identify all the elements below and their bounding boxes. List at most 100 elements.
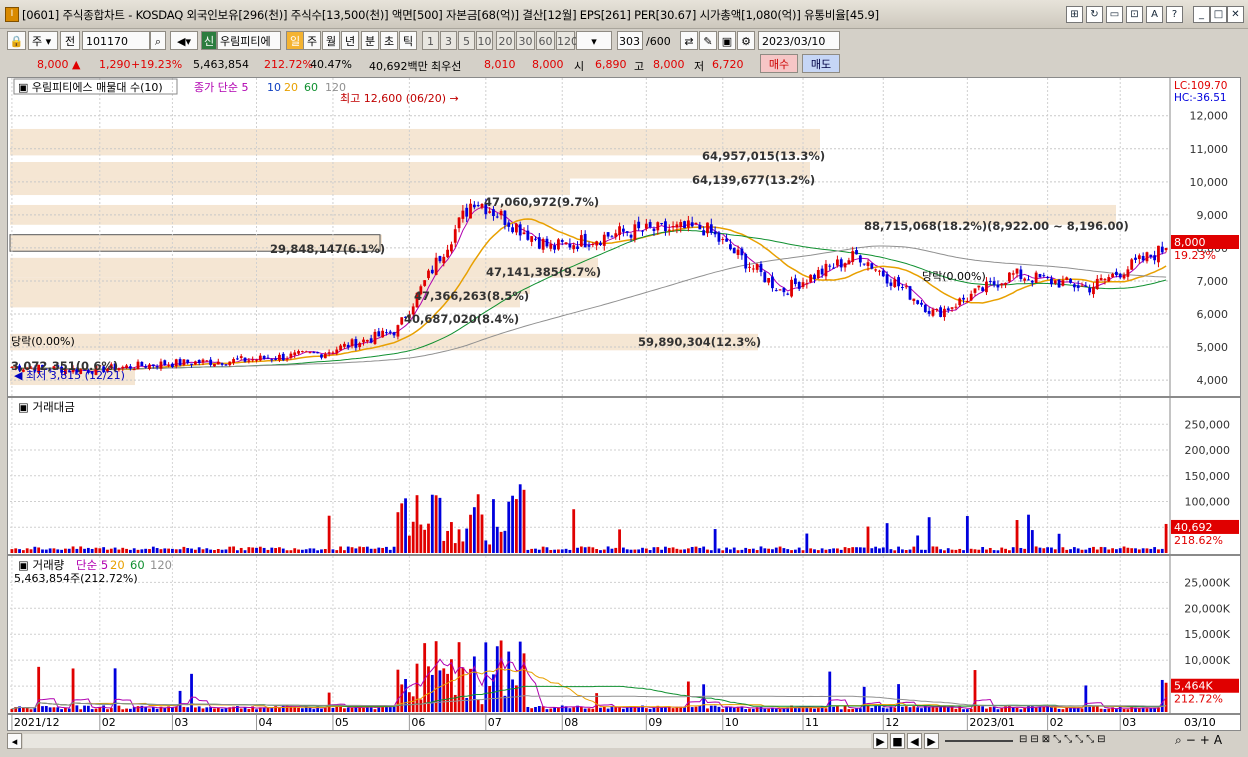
save-icon[interactable]: ▣ [718,31,736,50]
volume-bar [576,547,579,553]
period-5-button[interactable]: 초 [380,31,398,50]
volume-bar [1061,709,1065,712]
volume-bar [507,501,511,553]
candle-body [530,236,534,242]
volume-bar [75,548,79,553]
pin-icon[interactable]: ⊡ [1126,6,1143,23]
period-2-button[interactable]: 월 [322,31,340,50]
volume-bar [1122,708,1126,712]
tool-icons[interactable]: ⊟⊟⊠⤡⤡⤡⤡⊟ [1019,734,1109,745]
candle-body [151,364,155,367]
candle-body [186,359,190,363]
volume-pane[interactable]: 25,000K20,000K15,000K10,000K5,000K5,464K… [7,555,1241,714]
candle-body [1099,278,1103,281]
candle-body [602,234,606,246]
play-icon[interactable]: ▶ [873,733,888,749]
interval-1-button[interactable]: 1 [422,31,439,50]
draw-icon[interactable]: ✎ [699,31,717,50]
settings-icon[interactable]: ⚙ [737,31,755,50]
bar-tick-label: 200,000 [1185,444,1231,457]
volume-bar [1118,706,1122,712]
next-page-icon[interactable]: ▶ [924,733,939,749]
period-6-button[interactable]: 틱 [399,31,417,50]
volume-bar [847,548,851,553]
candle-body [648,222,652,228]
interval-120-button[interactable]: 120 [556,31,578,50]
candle-body [262,355,266,359]
period-3-button[interactable]: 년 [341,31,359,50]
volume-bar [457,529,461,553]
period-0-button[interactable]: 일 [286,31,304,50]
code-input[interactable]: 101170 [82,31,150,50]
amount-pane[interactable]: 250,000200,000150,000100,00050,00040,692… [7,397,1241,555]
volume-bar [793,707,797,712]
candle-body [132,369,136,371]
volume-bar [771,549,774,553]
interval-dropdown[interactable]: ▾ [576,31,612,50]
period-1-button[interactable]: 주 [303,31,321,50]
candle-body [1160,246,1164,253]
volume-bar [37,666,41,712]
candle-body [297,351,300,354]
candle-body [748,266,751,268]
volume-bar [587,546,591,553]
price-pane[interactable]: 12,000 11,000 10,000 9,000 8,000 7,000 6,000 5,… [7,77,1241,397]
volume-bar [1027,514,1030,553]
volume-bar [1030,530,1034,553]
interval-20-button[interactable]: 20 [496,31,515,50]
help-icon[interactable]: ? [1166,6,1183,23]
type-select[interactable]: 주 ▾ [28,31,58,50]
volume-bar [392,546,396,553]
volume-bar [1076,548,1080,553]
count-input[interactable]: 303 [617,31,643,50]
prev-button[interactable]: 전 [60,31,80,50]
candle-body [274,358,278,360]
scroll-bar: ◂ ▶ ■ ◀ ▶ ⊟⊟⊠⤡⤡⤡⤡⊟ ⌕−+A [7,733,1241,750]
zoom-icons[interactable]: ⌕−+A [1175,733,1226,748]
sell-button[interactable]: 매도 [802,54,840,73]
scroll-left-icon[interactable]: ◂ [7,733,22,749]
volume-bar [239,547,243,553]
x-axis-labels: 2021/12 02 03 04 05 06 07 08 09 10 11 12 2023/01 02 03… [11,715,1216,730]
scroll-icon[interactable]: ⇄ [680,31,698,50]
font-icon[interactable]: A [1146,6,1163,23]
volume-bar [667,707,671,712]
link-icon[interactable]: ⊞ [1066,6,1083,23]
volume-bar [220,708,224,712]
stock-name-field[interactable]: 우림피티에스 [217,31,281,50]
layout-icon[interactable]: ▭ [1106,6,1123,23]
speaker-icon[interactable]: ◀▾ [170,31,198,50]
volume-bar [996,550,1000,553]
interval-3-button[interactable]: 3 [440,31,457,50]
minimize-icon[interactable]: _ [1193,6,1210,23]
scroll-track[interactable] [23,734,871,748]
refresh-icon[interactable]: ↻ [1086,6,1103,23]
search-icon[interactable]: ⌕ [150,31,166,50]
lock-icon[interactable]: 🔒 [7,31,26,50]
candle-body [537,237,541,249]
volume-bar [820,548,824,553]
interval-5-button[interactable]: 5 [458,31,475,50]
price-tick-label: 10,000 [1190,176,1229,189]
volume-bar [193,549,197,553]
interval-10-button[interactable]: 10 [476,31,493,50]
x-tick-label: 07 [488,716,502,729]
zoom-slider[interactable] [945,740,1013,742]
prev-page-icon[interactable]: ◀ [907,733,922,749]
candle-body [595,241,599,246]
buy-button[interactable]: 매수 [760,54,798,73]
quote-open: 6,890 [595,58,627,71]
maximize-icon[interactable]: □ [1210,6,1227,23]
date-input[interactable]: 2023/03/10 ▦ [758,31,840,67]
volume-bar [664,546,667,553]
close-icon[interactable]: ✕ [1227,6,1244,23]
volume-bar [763,708,767,712]
interval-60-button[interactable]: 60 [536,31,555,50]
candle-body [232,359,235,364]
current-pct: 212.72% [1174,693,1223,706]
volume-bar [660,549,664,553]
period-4-button[interactable]: 분 [361,31,379,50]
interval-30-button[interactable]: 30 [516,31,535,50]
stop-icon[interactable]: ■ [890,733,905,749]
candle-body [136,361,140,370]
